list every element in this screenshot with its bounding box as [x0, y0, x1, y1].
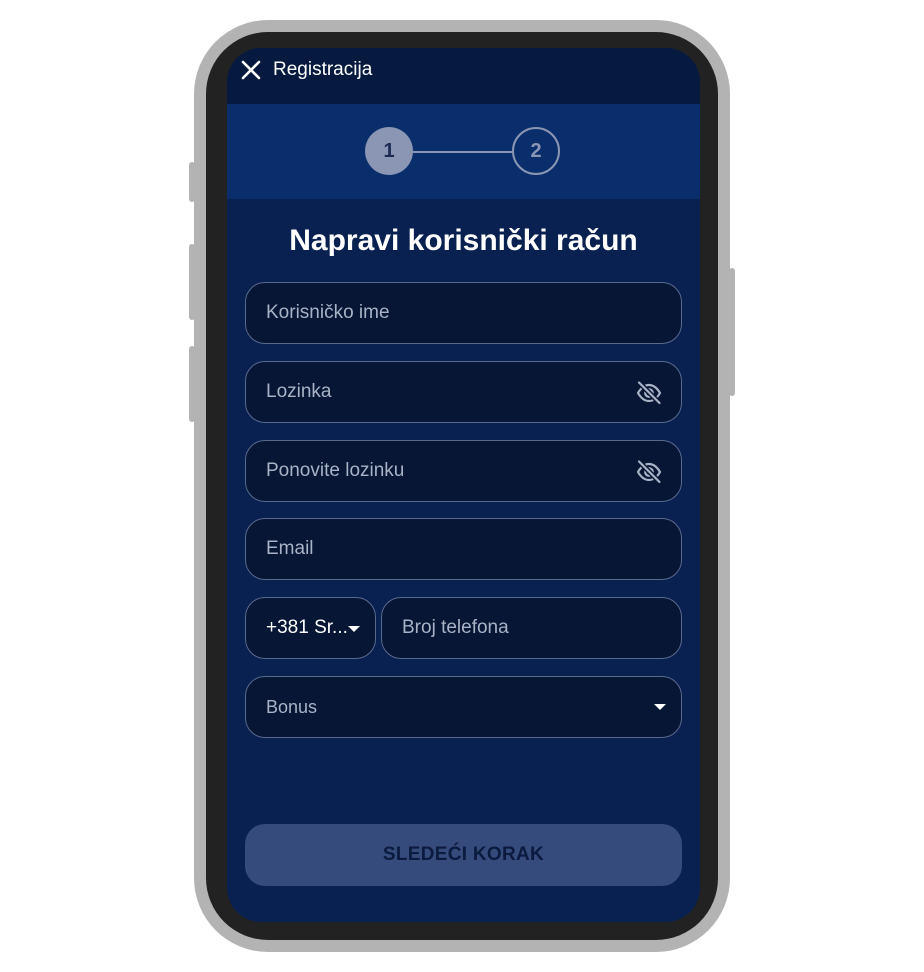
repeat-password-field — [245, 440, 682, 502]
next-step-button[interactable]: SLEDEĆI KORAK — [245, 824, 682, 886]
top-bar: Registracija — [227, 48, 700, 104]
phone-number-input[interactable] — [402, 598, 621, 658]
username-input[interactable] — [266, 283, 621, 343]
eye-off-icon[interactable] — [635, 458, 663, 486]
chevron-down-icon — [348, 626, 360, 632]
page-title: Napravi korisnički račun — [289, 224, 638, 257]
close-icon[interactable] — [239, 58, 263, 82]
phone-power-button — [729, 268, 735, 396]
email-input[interactable] — [266, 519, 621, 579]
email-field — [245, 518, 682, 580]
password-field — [245, 361, 682, 423]
phone-volume-up-button — [189, 244, 195, 320]
repeat-password-input[interactable] — [266, 441, 621, 501]
stepper: 1 2 — [227, 104, 700, 199]
step-connector-line — [413, 151, 512, 153]
phone-number-field — [381, 597, 682, 659]
phone-volume-down-button — [189, 346, 195, 422]
chevron-down-icon — [654, 704, 666, 710]
phone-code-select[interactable]: +381 Sr... — [245, 597, 376, 659]
top-bar-title: Registracija — [273, 59, 373, 80]
phone-silent-switch — [189, 162, 195, 202]
bonus-label: Bonus — [266, 697, 318, 717]
password-input[interactable] — [266, 362, 621, 422]
app-screen: Registracija 1 2 Napravi korisnički raču… — [227, 48, 700, 922]
eye-off-icon[interactable] — [635, 379, 663, 407]
phone-code-value: +381 Sr... — [266, 617, 348, 638]
step-1-indicator: 1 — [365, 127, 413, 175]
step-2-indicator: 2 — [512, 127, 560, 175]
bonus-select[interactable]: Bonus — [245, 676, 682, 738]
username-field — [245, 282, 682, 344]
